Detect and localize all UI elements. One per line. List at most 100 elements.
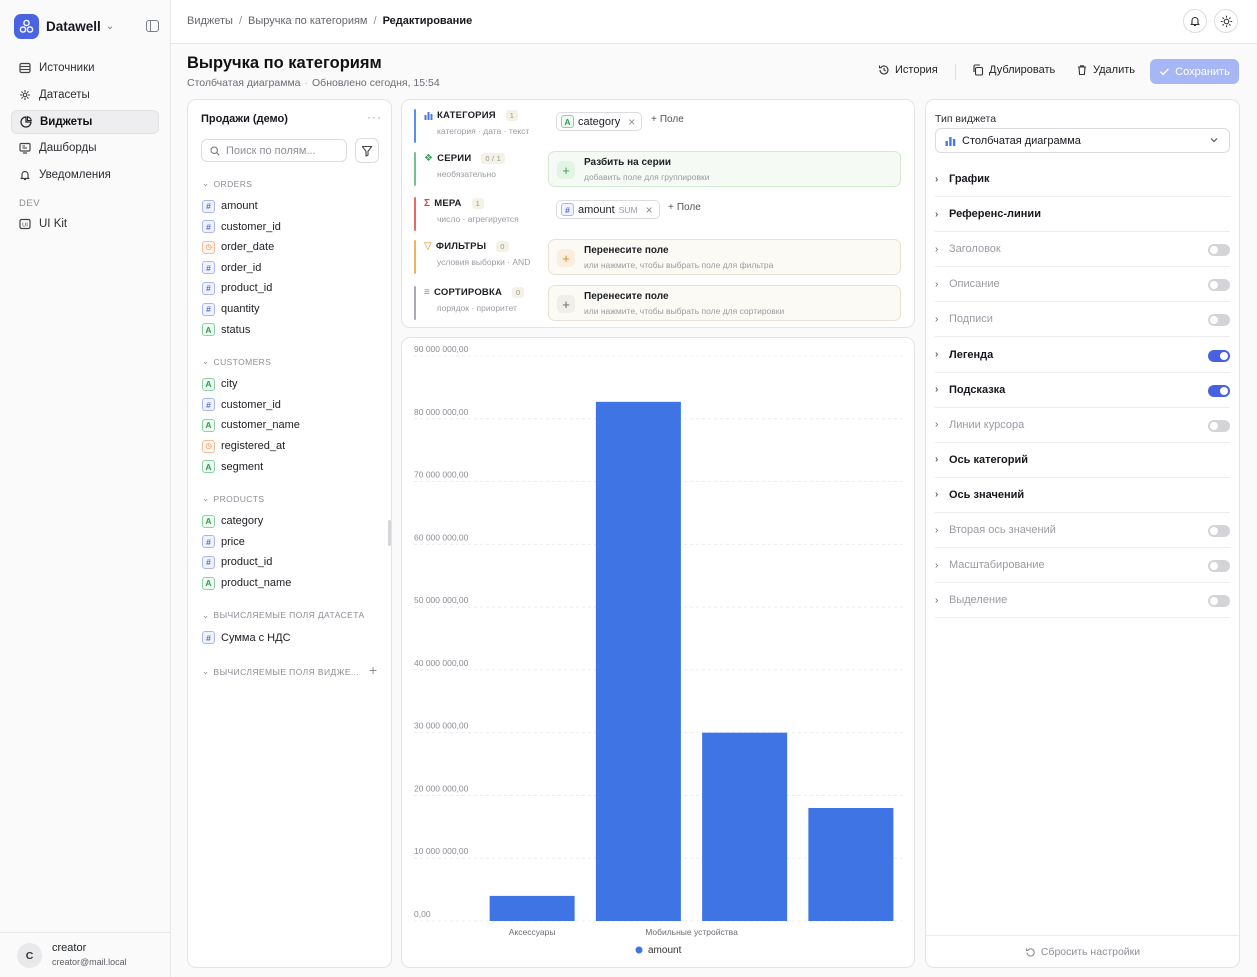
field-item[interactable]: # price — [202, 534, 245, 550]
search-placeholder: Поиск по полям... — [226, 144, 316, 157]
field-item[interactable]: # product_id — [202, 280, 272, 296]
settings-row[interactable]: › Заголовок — [935, 232, 1230, 268]
toggle-switch[interactable] — [1208, 279, 1230, 292]
settings-row[interactable]: › Легенда — [935, 338, 1230, 373]
add-calculated-field-icon[interactable]: + — [369, 662, 377, 678]
toggle-switch[interactable] — [1208, 560, 1230, 573]
y-tick-label: 40 000 000,00 — [414, 658, 469, 668]
resize-handle-left[interactable] — [388, 520, 391, 546]
field-item[interactable]: Acustomer_name — [202, 417, 300, 433]
field-item[interactable]: # product_id — [202, 554, 272, 570]
field-group-header[interactable]: ⌄ ВЫЧИСЛЯЕМЫЕ ПОЛЯ ДАТАСЕТА — [202, 610, 365, 621]
settings-row[interactable]: › Подсказка — [935, 373, 1230, 408]
aggregation-label[interactable]: SUM — [619, 205, 638, 215]
field-chip-amount[interactable]: # amount SUM × — [556, 200, 660, 219]
more-icon[interactable]: ··· — [367, 110, 382, 124]
settings-row[interactable]: › Описание — [935, 267, 1230, 303]
toggle-switch[interactable] — [1208, 349, 1230, 362]
breadcrumb-widget[interactable]: Выручка по категориям — [248, 15, 367, 27]
bar-chart[interactable]: 0,00 10 000 000,00 20 000 000,00 30 000 000… — [402, 338, 916, 969]
theme-toggle-button[interactable] — [1214, 9, 1238, 33]
field-group-header[interactable]: ⌄ CUSTOMERS — [202, 356, 271, 367]
field-item[interactable]: # order_id — [202, 260, 261, 276]
plus-icon: + — [557, 161, 575, 179]
field-item[interactable]: ◷ order_date — [202, 239, 274, 255]
bar[interactable] — [702, 732, 788, 921]
settings-row[interactable]: › Референс-линии — [935, 197, 1230, 233]
field-filter-button[interactable] — [355, 138, 379, 163]
bell-icon — [1190, 17, 1200, 27]
legend-swatch — [635, 946, 643, 954]
reset-settings-button[interactable]: Сбросить настройки — [926, 935, 1239, 968]
field-search-input[interactable]: Поиск по полям... — [201, 139, 347, 162]
sort-dropzone[interactable]: + Перенесите поле или нажмите, чтобы выб… — [548, 285, 901, 321]
notifications-button[interactable] — [1183, 9, 1207, 33]
widget-type-label: Столбчатая диаграмма — [187, 77, 301, 89]
delete-button[interactable]: Удалить — [1076, 64, 1135, 76]
sidebar-toggle-icon[interactable] — [146, 20, 159, 32]
toggle-switch[interactable] — [1208, 595, 1230, 608]
field-item[interactable]: Aproduct_name — [202, 575, 291, 591]
close-icon[interactable]: × — [646, 203, 653, 217]
bar[interactable] — [489, 895, 575, 921]
duplicate-button[interactable]: Дублировать — [972, 64, 1055, 76]
settings-row[interactable]: › Ось значений — [935, 478, 1230, 513]
breadcrumb-widgets[interactable]: Виджеты — [187, 15, 233, 27]
settings-row[interactable]: › Масштабирование — [935, 548, 1230, 584]
sidebar-item-sources[interactable]: Источники — [11, 56, 159, 80]
save-button[interactable]: Сохранить — [1150, 59, 1239, 84]
field-group-header[interactable]: ⌄ PRODUCTS — [202, 493, 264, 504]
chevron-right-icon: › — [935, 243, 939, 255]
filters-dropzone[interactable]: + Перенесите поле или нажмите, чтобы выб… — [548, 239, 901, 275]
toggle-switch[interactable] — [1208, 244, 1230, 257]
toggle-switch[interactable] — [1208, 525, 1230, 537]
sidebar-item-notifications[interactable]: Уведомления — [11, 163, 159, 187]
chip-label: category — [578, 115, 621, 128]
history-button[interactable]: История — [878, 64, 938, 76]
settings-row[interactable]: › График — [935, 162, 1230, 197]
series-dropzone[interactable]: + Разбить на серии добавить поле для гру… — [548, 151, 901, 187]
toggle-switch[interactable] — [1208, 314, 1230, 327]
sigma-icon: Σ — [424, 198, 431, 209]
sidebar-item-label: Виджеты — [40, 115, 93, 128]
settings-row[interactable]: › Линии курсора — [935, 408, 1230, 443]
brand-switcher[interactable]: Datawell ⌄ — [14, 14, 114, 39]
sidebar-nav: Источники Датасеты Виджеты Дашборды Увед… — [11, 56, 159, 190]
field-item[interactable]: # customer_id — [202, 219, 281, 235]
sidebar-item-ui-kit[interactable]: UI UI Kit — [11, 212, 159, 236]
field-group-header[interactable]: ⌄ ORDERS — [202, 178, 252, 189]
field-item[interactable]: ◷ registered_at — [202, 438, 285, 454]
field-item[interactable]: # Сумма с НДС — [202, 630, 291, 646]
toggle-switch[interactable] — [1208, 384, 1230, 397]
slot-title: СЕРИИ — [437, 153, 472, 164]
add-field-button[interactable]: + Поле — [651, 114, 684, 125]
settings-row[interactable]: › Выделение — [935, 583, 1230, 619]
widget-type-value: Столбчатая диаграмма — [962, 134, 1081, 147]
dropzone-hint: или нажмите, чтобы выбрать поле для сорт… — [584, 306, 785, 316]
bar[interactable] — [808, 808, 894, 921]
field-item[interactable]: Acategory — [202, 513, 263, 529]
legend-label[interactable]: amount — [648, 945, 682, 956]
settings-row[interactable]: › Подписи — [935, 302, 1230, 338]
field-item[interactable]: Asegment — [202, 459, 263, 475]
field-chip-category[interactable]: A category × — [556, 112, 643, 131]
bar[interactable] — [595, 401, 681, 922]
settings-row[interactable]: › Вторая ось значений — [935, 513, 1230, 548]
field-item[interactable]: # quantity — [202, 301, 260, 317]
field-item[interactable]: Acity — [202, 376, 238, 392]
add-field-button[interactable]: + Поле — [668, 202, 701, 213]
widget-type-select[interactable]: Столбчатая диаграмма — [935, 128, 1230, 153]
field-group-header[interactable]: ⌄ ВЫЧИСЛЯЕМЫЕ ПОЛЯ ВИДЖЕ... — [202, 666, 359, 677]
sidebar-item-widgets[interactable]: Виджеты — [11, 109, 159, 134]
sidebar-item-dashboards[interactable]: Дашборды — [11, 136, 159, 160]
y-tick-label: 20 000 000,00 — [414, 783, 469, 793]
field-item[interactable]: # amount — [202, 198, 258, 214]
field-item[interactable]: Astatus — [202, 322, 250, 338]
user-profile[interactable]: C creator creator@mail.local — [0, 932, 171, 977]
close-icon[interactable]: × — [628, 115, 635, 129]
toggle-switch[interactable] — [1208, 419, 1230, 432]
settings-row[interactable]: › Ось категорий — [935, 443, 1230, 478]
sidebar-item-datasets[interactable]: Датасеты — [11, 83, 159, 107]
field-item[interactable]: # customer_id — [202, 397, 281, 413]
slot-count: 0 — [496, 241, 509, 252]
